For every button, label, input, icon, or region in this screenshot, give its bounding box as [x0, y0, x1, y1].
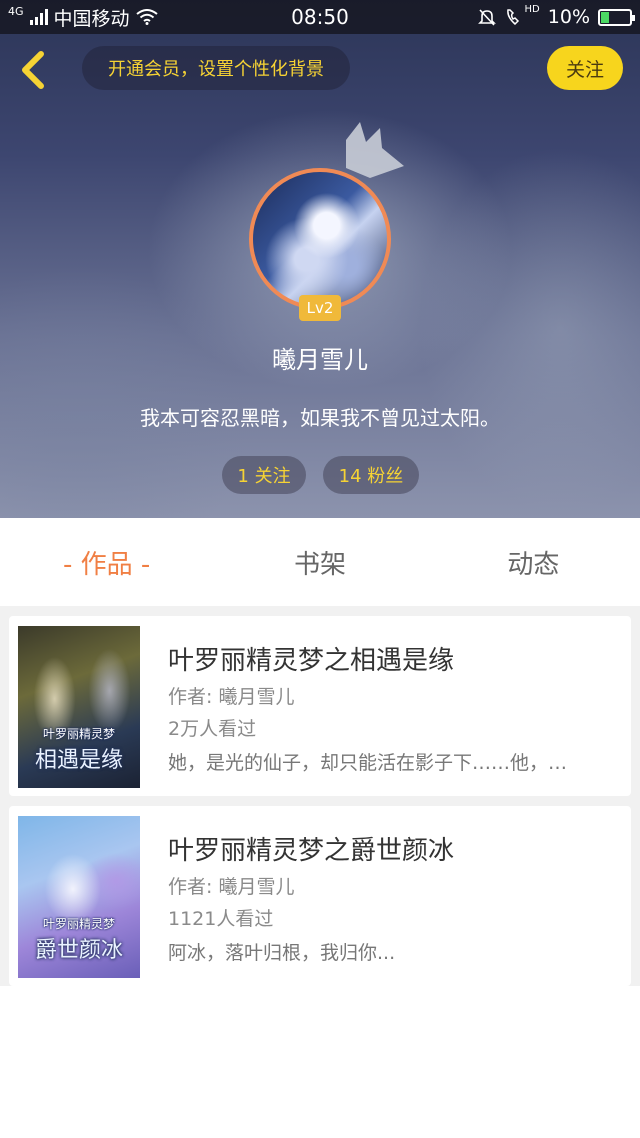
fans-count-button[interactable]: 14 粉丝: [323, 456, 419, 494]
phone-hd-icon: [506, 9, 519, 26]
status-bar: 4G 中国移动 08:50 HD 10%: [0, 0, 640, 34]
follow-button[interactable]: 关注: [547, 46, 623, 90]
battery-charging-icon: [598, 8, 635, 26]
avatar[interactable]: [249, 168, 391, 310]
back-button[interactable]: [14, 48, 54, 92]
profile-tabs: - 作品 - 书架 动态: [0, 518, 640, 606]
book-views: 2万人看过: [168, 718, 257, 740]
cover-title: 爵世颜冰: [34, 938, 123, 963]
book-item[interactable]: 叶罗丽精灵梦 相遇是缘 叶罗丽精灵梦之相遇是缘 作者: 曦月雪儿 2万人看过 她…: [9, 616, 631, 796]
tab-activity[interactable]: 动态: [427, 518, 640, 606]
hd-label: HD: [524, 4, 540, 15]
user-nickname: 曦月雪儿: [272, 346, 368, 374]
book-views: 1121人看过: [168, 908, 274, 930]
level-badge: Lv2: [299, 295, 341, 321]
book-item[interactable]: 叶罗丽精灵梦 爵世颜冰 叶罗丽精灵梦之爵世颜冰 作者: 曦月雪儿 1121人看过…: [9, 806, 631, 986]
battery-percent: 10%: [547, 6, 590, 28]
book-description: 她，是光的仙子，却只能活在影子下……他，…: [168, 752, 568, 774]
cover-series: 叶罗丽精灵梦: [42, 917, 115, 931]
following-count-button[interactable]: 1 关注: [222, 456, 306, 494]
book-title: 叶罗丽精灵梦之爵世颜冰: [168, 836, 455, 866]
book-cover: 叶罗丽精灵梦 相遇是缘: [18, 626, 140, 788]
status-right: HD 10%: [477, 0, 635, 34]
book-author: 作者: 曦月雪儿: [168, 876, 295, 898]
user-signature: 我本可容忍黑暗，如果我不曾见过太阳。: [140, 406, 500, 430]
book-description: 阿冰，落叶归根，我归你...: [168, 942, 396, 964]
book-title: 叶罗丽精灵梦之相遇是缘: [168, 646, 455, 676]
chevron-left-icon: [22, 51, 44, 89]
book-cover: 叶罗丽精灵梦 爵世颜冰: [18, 816, 140, 978]
bell-off-icon: [477, 9, 496, 26]
book-author: 作者: 曦月雪儿: [168, 686, 295, 708]
tab-works[interactable]: - 作品 -: [0, 518, 213, 606]
cover-series: 叶罗丽精灵梦: [42, 727, 115, 741]
cover-title: 相遇是缘: [34, 748, 123, 773]
tab-bookshelf[interactable]: 书架: [213, 518, 426, 606]
vip-promo-link[interactable]: 开通会员，设置个性化背景: [82, 46, 350, 90]
profile-header: 4G 中国移动 08:50 HD 10% 开通会员，设置个性化背景 关注 Lv2…: [0, 0, 640, 518]
